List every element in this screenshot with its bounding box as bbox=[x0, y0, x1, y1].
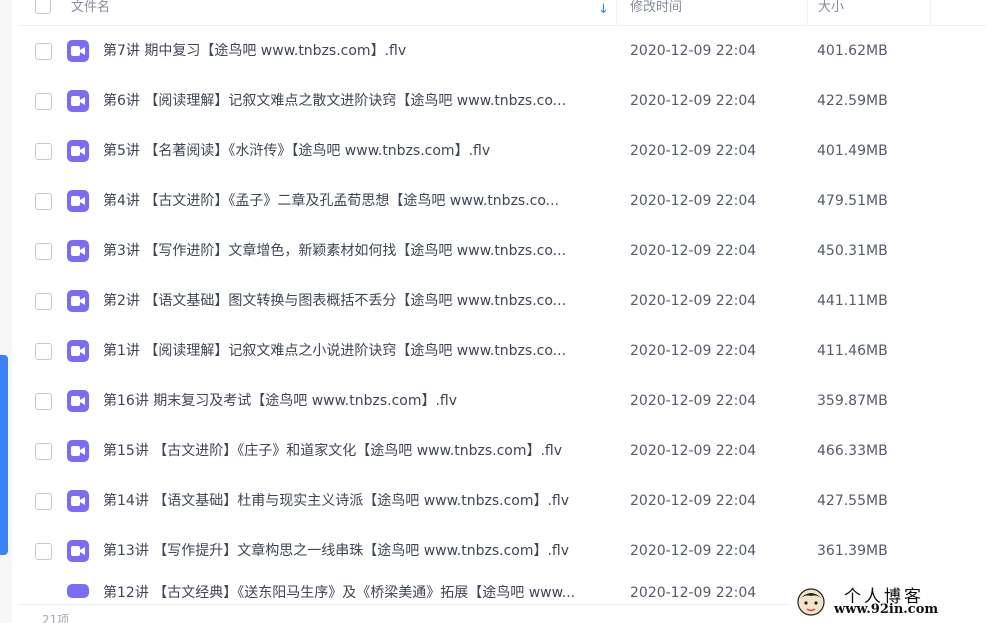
video-file-icon bbox=[67, 390, 89, 412]
row-checkbox[interactable] bbox=[35, 393, 52, 410]
file-row[interactable]: 第16讲 期末复习及考试【途鸟吧 www.tnbzs.com】.flv 2020… bbox=[18, 376, 986, 426]
row-checkbox[interactable] bbox=[35, 543, 52, 560]
column-divider[interactable] bbox=[616, 0, 617, 26]
file-size: 427.55MB bbox=[817, 493, 888, 509]
video-file-icon bbox=[67, 40, 89, 62]
file-name[interactable]: 第6讲 【阅读理解】记叙文难点之散文进阶诀窍【途鸟吧 www.tnbzs.co.… bbox=[103, 92, 603, 110]
file-row[interactable]: 第14讲 【语文基础】杜甫与现实主义诗派【途鸟吧 www.tnbzs.com】.… bbox=[18, 476, 986, 526]
file-name[interactable]: 第5讲 【名著阅读】《水浒传》【途鸟吧 www.tnbzs.com】.flv bbox=[103, 142, 603, 160]
file-modified-time: 2020-12-09 22:04 bbox=[630, 293, 757, 309]
select-all-checkbox[interactable] bbox=[35, 0, 51, 14]
file-size: 479.51MB bbox=[817, 193, 888, 209]
row-checkbox[interactable] bbox=[35, 193, 52, 210]
file-modified-time: 2020-12-09 22:04 bbox=[630, 93, 757, 109]
file-name[interactable]: 第14讲 【语文基础】杜甫与现实主义诗派【途鸟吧 www.tnbzs.com】.… bbox=[103, 492, 603, 510]
file-size: 422.59MB bbox=[817, 93, 888, 109]
video-file-icon bbox=[67, 290, 89, 312]
file-size: 401.62MB bbox=[817, 43, 888, 59]
item-count: 21项 bbox=[42, 613, 70, 623]
row-checkbox[interactable] bbox=[35, 443, 52, 460]
video-file-icon bbox=[67, 190, 89, 212]
file-name[interactable]: 第4讲 【古文进阶】《孟子》二章及孔孟荀思想【途鸟吧 www.tnbzs.co.… bbox=[103, 192, 603, 210]
row-checkbox[interactable] bbox=[35, 243, 52, 260]
file-size: 466.33MB bbox=[817, 443, 888, 459]
file-modified-time: 2020-12-09 22:04 bbox=[630, 585, 757, 598]
column-header-name[interactable]: 文件名 bbox=[71, 0, 110, 26]
file-name[interactable]: 第2讲 【语文基础】图文转换与图表概括不丢分【途鸟吧 www.tnbzs.co.… bbox=[103, 292, 603, 310]
row-checkbox[interactable] bbox=[35, 493, 52, 510]
file-size: 411.46MB bbox=[817, 343, 888, 359]
file-name[interactable]: 第15讲 【古文进阶】《庄子》和道家文化【途鸟吧 www.tnbzs.com】.… bbox=[103, 442, 603, 460]
file-size: 441.11MB bbox=[817, 293, 888, 309]
video-file-icon bbox=[67, 90, 89, 112]
row-checkbox[interactable] bbox=[35, 93, 52, 110]
file-size: 401.49MB bbox=[817, 143, 888, 159]
video-file-icon bbox=[67, 340, 89, 362]
file-row[interactable]: 第4讲 【古文进阶】《孟子》二章及孔孟荀思想【途鸟吧 www.tnbzs.co.… bbox=[18, 176, 986, 226]
file-modified-time: 2020-12-09 22:04 bbox=[630, 493, 757, 509]
file-row[interactable]: 第3讲 【写作进阶】文章增色，新颖素材如何找【途鸟吧 www.tnbzs.co.… bbox=[18, 226, 986, 276]
row-checkbox[interactable] bbox=[35, 143, 52, 160]
file-row[interactable]: 第5讲 【名著阅读】《水浒传》【途鸟吧 www.tnbzs.com】.flv 2… bbox=[18, 126, 986, 176]
file-size: 450.31MB bbox=[817, 243, 888, 259]
watermark-logo-icon bbox=[797, 588, 825, 616]
column-header-size[interactable]: 大小 bbox=[818, 0, 844, 26]
file-modified-time: 2020-12-09 22:04 bbox=[630, 393, 757, 409]
video-file-icon bbox=[67, 440, 89, 462]
file-name[interactable]: 第7讲 期中复习【途鸟吧 www.tnbzs.com】.flv bbox=[103, 42, 603, 60]
file-row[interactable]: 第2讲 【语文基础】图文转换与图表概括不丢分【途鸟吧 www.tnbzs.co.… bbox=[18, 276, 986, 326]
column-divider[interactable] bbox=[930, 0, 931, 26]
column-divider[interactable] bbox=[807, 0, 808, 26]
video-file-icon bbox=[67, 584, 89, 598]
file-size: 359.87MB bbox=[817, 393, 888, 409]
file-modified-time: 2020-12-09 22:04 bbox=[630, 143, 757, 159]
row-checkbox[interactable] bbox=[35, 43, 52, 60]
watermark: 个人博客 www.92in.com bbox=[790, 580, 986, 623]
video-file-icon bbox=[67, 540, 89, 562]
file-modified-time: 2020-12-09 22:04 bbox=[630, 43, 757, 59]
sort-descending-icon[interactable]: ↓ bbox=[598, 2, 609, 17]
file-modified-time: 2020-12-09 22:04 bbox=[630, 243, 757, 259]
file-modified-time: 2020-12-09 22:04 bbox=[630, 193, 757, 209]
watermark-url: www.92in.com bbox=[834, 602, 939, 617]
file-row[interactable]: 第13讲 【写作提升】文章构思之一线串珠【途鸟吧 www.tnbzs.com】.… bbox=[18, 526, 986, 576]
file-name[interactable]: 第16讲 期末复习及考试【途鸟吧 www.tnbzs.com】.flv bbox=[103, 392, 603, 410]
sidebar-scroll-indicator[interactable] bbox=[0, 355, 8, 555]
column-header-modified[interactable]: 修改时间 bbox=[630, 0, 682, 26]
file-modified-time: 2020-12-09 22:04 bbox=[630, 443, 757, 459]
file-name[interactable]: 第13讲 【写作提升】文章构思之一线串珠【途鸟吧 www.tnbzs.com】.… bbox=[103, 542, 603, 560]
file-modified-time: 2020-12-09 22:04 bbox=[630, 543, 757, 559]
file-modified-time: 2020-12-09 22:04 bbox=[630, 343, 757, 359]
video-file-icon bbox=[67, 240, 89, 262]
file-name[interactable]: 第3讲 【写作进阶】文章增色，新颖素材如何找【途鸟吧 www.tnbzs.co.… bbox=[103, 242, 603, 260]
video-file-icon bbox=[67, 140, 89, 162]
file-list-header: 文件名 ↓ 修改时间 大小 bbox=[18, 0, 986, 26]
file-size: 361.39MB bbox=[817, 543, 888, 559]
video-file-icon bbox=[67, 490, 89, 512]
row-checkbox[interactable] bbox=[35, 343, 52, 360]
file-name[interactable]: 第1讲 【阅读理解】记叙文难点之小说进阶诀窍【途鸟吧 www.tnbzs.co.… bbox=[103, 342, 603, 360]
file-row[interactable]: 第7讲 期中复习【途鸟吧 www.tnbzs.com】.flv 2020-12-… bbox=[18, 26, 986, 76]
row-checkbox[interactable] bbox=[35, 293, 52, 310]
file-row[interactable]: 第6讲 【阅读理解】记叙文难点之散文进阶诀窍【途鸟吧 www.tnbzs.co.… bbox=[18, 76, 986, 126]
file-row[interactable]: 第1讲 【阅读理解】记叙文难点之小说进阶诀窍【途鸟吧 www.tnbzs.co.… bbox=[18, 326, 986, 376]
file-list: 第7讲 期中复习【途鸟吧 www.tnbzs.com】.flv 2020-12-… bbox=[18, 26, 986, 598]
file-name[interactable]: 第12讲 【古文经典】《送东阳马生序》及《桥梁美通》拓展【途鸟吧 www... bbox=[103, 584, 603, 598]
file-row[interactable]: 第15讲 【古文进阶】《庄子》和道家文化【途鸟吧 www.tnbzs.com】.… bbox=[18, 426, 986, 476]
